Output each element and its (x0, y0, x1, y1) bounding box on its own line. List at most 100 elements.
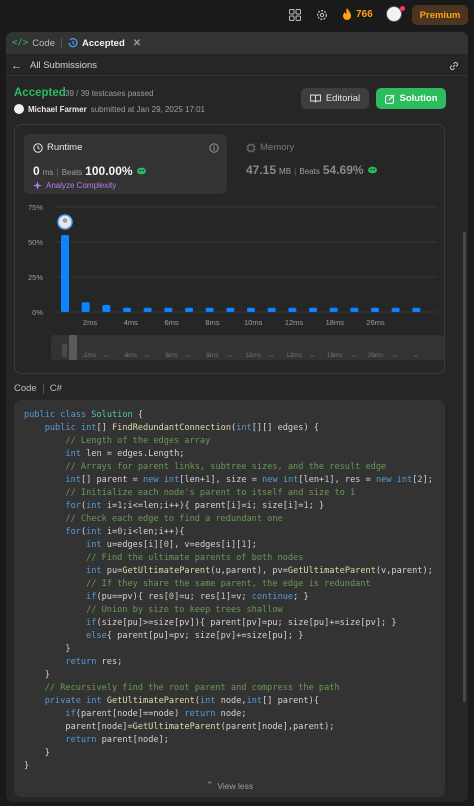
mini-bar (392, 355, 398, 357)
chart-bar (226, 307, 235, 312)
testcases-passed: 39 / 39 testcases passed (65, 89, 154, 98)
view-less-button[interactable]: ⌃ View less (14, 780, 445, 791)
code-line: return res; (65, 657, 123, 667)
all-submissions-link[interactable]: All Submissions (30, 60, 97, 71)
mini-bar (268, 355, 274, 357)
divider (42, 383, 44, 394)
mini-x-label: 8ms (206, 352, 219, 359)
code-line: public int[] FindRedundantConnection(int… (44, 423, 319, 433)
code-line: // Check each edge to find a redundant o… (65, 514, 283, 524)
analyze-complexity-link[interactable]: Analyze Complexity (33, 181, 116, 190)
mini-x-label: 6ms (165, 352, 178, 359)
chevron-up-icon: ⌃ (205, 780, 214, 790)
code-line: int u=edges[i][0], v=edges[i][1]; (86, 540, 257, 550)
chart-bar (350, 307, 359, 312)
runtime-label: Runtime (47, 142, 83, 153)
chart-bar (247, 307, 255, 312)
mini-bar (62, 343, 67, 357)
runtime-header: Runtime (33, 142, 82, 153)
x-tick-label: 26ms (366, 318, 385, 327)
chart-bar (143, 307, 152, 312)
tab-accepted-label: Accepted (81, 37, 125, 49)
book-icon (309, 94, 321, 103)
x-tick-label: 12ms (285, 318, 304, 327)
chip-icon (246, 143, 256, 152)
close-icon[interactable]: ✕ (133, 38, 141, 49)
share-link-icon[interactable] (448, 60, 460, 75)
chart-bar (81, 302, 90, 312)
chart-bar (102, 305, 111, 312)
memory-label: Memory (260, 142, 295, 153)
divider: | (294, 166, 297, 176)
mini-x-label: 10ms (245, 352, 262, 359)
mini-x-label: 26ms (368, 352, 385, 359)
code-line: if(size[pu]>=size[pv]){ parent[pv]=pu; s… (86, 618, 397, 628)
leetcoin-icon (367, 166, 377, 174)
chart-bar (329, 307, 338, 312)
code-line: if(parent[node]==node) return node; (65, 709, 247, 719)
clock-icon (33, 142, 43, 153)
tab-bar: </> Code Accepted ✕ (6, 32, 468, 54)
author-name[interactable]: Michael Farmer (28, 105, 87, 114)
memory-beats-label: Beats (299, 167, 320, 176)
submitted-at: submitted at Jan 29, 2025 17:01 (90, 104, 206, 114)
info-icon[interactable] (209, 140, 219, 158)
arrow-left-icon[interactable]: ← (11, 60, 22, 72)
code-line: // Union by size to keep trees shallow (86, 605, 283, 615)
y-tick-label: 75% (28, 203, 43, 212)
mini-x-label: 18ms (327, 352, 344, 359)
x-tick-label: 4ms (124, 318, 138, 327)
solution-label: Solution (399, 93, 438, 104)
panel-layout-icon[interactable] (289, 8, 303, 22)
code-line: } (24, 670, 50, 680)
x-tick-label: 8ms (205, 318, 219, 327)
code-line: int len = edges.Length; (65, 449, 185, 459)
analyze-complexity-label: Analyze Complexity (46, 181, 117, 190)
x-tick-label: 6ms (165, 318, 179, 327)
history-icon (68, 38, 78, 48)
notification-dot (400, 6, 405, 11)
runtime-value: 0 (33, 164, 40, 178)
submission-panel: </> Code Accepted ✕ ← All Submissions Ac… (6, 32, 468, 802)
x-tick-label: 10ms (244, 318, 263, 327)
code-line: parent[node]=GetUltimateParent(parent[no… (24, 722, 335, 732)
code-line: private int GetUltimateParent(int node,i… (44, 696, 320, 706)
source-code: public class Solution { public int[] Fin… (24, 409, 433, 773)
mini-x-label: 12ms (286, 352, 303, 359)
streak-counter[interactable]: 766 (342, 8, 373, 20)
y-tick-label: 50% (28, 238, 43, 247)
memory-value-row[interactable]: 47.15 MB | Beats 54.69% (246, 163, 378, 177)
premium-button[interactable]: Premium (412, 5, 468, 25)
author-avatar (14, 104, 24, 114)
tab-code[interactable]: </> Code (6, 32, 61, 54)
flame-icon (343, 8, 351, 20)
mini-x-label: 2ms (84, 352, 97, 359)
editorial-button[interactable]: Editorial (301, 88, 369, 109)
back-row: ← All Submissions (6, 56, 468, 76)
view-less-label: View less (217, 780, 254, 791)
chart-bar (288, 307, 297, 312)
code-section-header: Code C# (14, 383, 62, 394)
chart-bar (205, 307, 214, 312)
runtime-value-row: 0 ms | Beats 100.00% (33, 164, 147, 178)
code-block[interactable]: public class Solution { public int[] Fin… (14, 400, 445, 797)
editorial-label: Editorial (325, 93, 361, 104)
code-line: public class Solution { (24, 410, 144, 420)
chart-bar (371, 307, 379, 312)
chart-bar (267, 307, 276, 312)
performance-card: Runtime 0 ms | Beats 100.00% Analyze Com… (14, 124, 445, 374)
solution-button[interactable]: Solution (376, 88, 446, 109)
code-line: // If they share the same parent, the ed… (86, 579, 371, 589)
code-line: // Length of the edges array (65, 436, 211, 446)
gear-icon[interactable] (316, 8, 330, 22)
divider: | (56, 167, 59, 177)
code-line: int pu=GetUltimateParent(u,parent), pv=G… (86, 566, 433, 576)
leetcoin-icon (136, 167, 146, 175)
tab-accepted[interactable]: Accepted ✕ (62, 32, 147, 54)
user-marker-head (62, 218, 68, 223)
panel-scrollbar[interactable] (463, 232, 466, 702)
tab-code-label: Code (32, 37, 55, 49)
runtime-box[interactable]: Runtime 0 ms | Beats 100.00% Analyze Com… (24, 134, 227, 194)
memory-header[interactable]: Memory (246, 142, 294, 153)
code-line: } (24, 761, 30, 771)
